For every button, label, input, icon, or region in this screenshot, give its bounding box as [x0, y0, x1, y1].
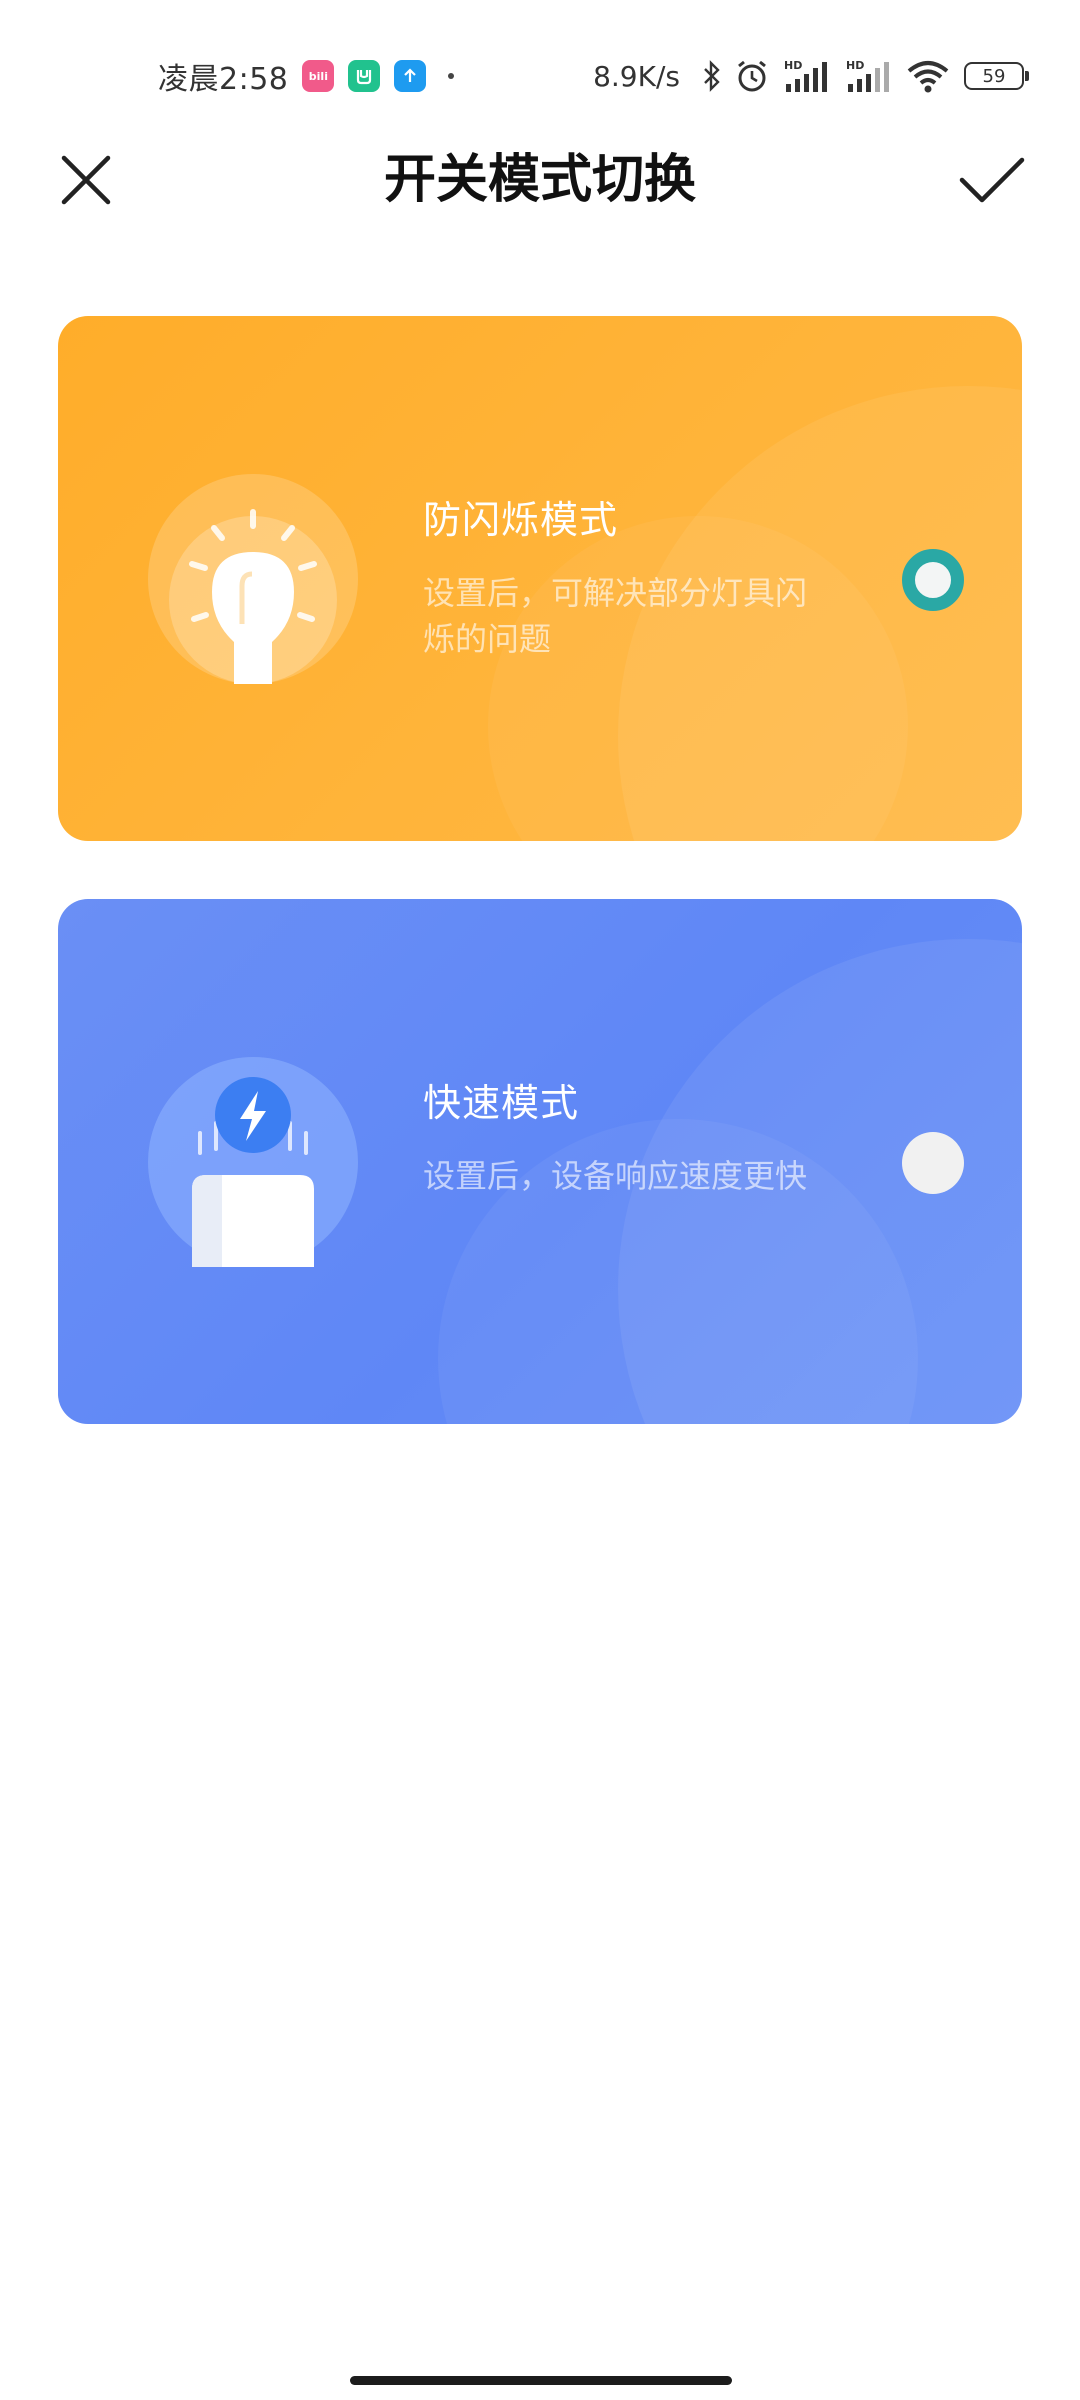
- mode-text: 防闪烁模式 设置后，可解决部分灯具闪烁的问题: [423, 494, 823, 662]
- home-indicator[interactable]: [350, 2376, 732, 2385]
- bilibili-icon: bili: [302, 60, 335, 92]
- lightning-icon: [148, 1057, 358, 1267]
- mi-home-icon: [348, 60, 381, 92]
- battery-icon: 59: [964, 62, 1029, 90]
- mode-title: 快速模式: [423, 1081, 580, 1125]
- bluetooth-icon: [702, 59, 722, 93]
- upload-icon: [394, 60, 427, 92]
- svg-text:HD: HD: [846, 59, 864, 72]
- light-bulb-icon: [148, 474, 358, 684]
- hd-signal-icon: HD: [782, 58, 832, 94]
- mode-title: 防闪烁模式: [423, 498, 619, 542]
- notification-dot-icon: [448, 73, 455, 79]
- title-bar: 开关模式切换: [0, 140, 1080, 220]
- alarm-icon: [734, 58, 770, 94]
- mode-text: 快速模式 设置后，设备响应速度更快: [423, 1077, 823, 1199]
- battery-level: 59: [982, 65, 1006, 87]
- mode-card-fast[interactable]: 快速模式 设置后，设备响应速度更快: [58, 899, 1022, 1424]
- anti-flicker-radio[interactable]: [902, 549, 964, 611]
- svg-text:HD: HD: [784, 59, 802, 72]
- fast-mode-radio[interactable]: [902, 1132, 964, 1194]
- wifi-icon: [906, 58, 950, 94]
- network-speed: 8.9K/s: [593, 59, 680, 93]
- hd-signal-icon: HD: [844, 58, 894, 94]
- mode-card-anti-flicker[interactable]: 防闪烁模式 设置后，可解决部分灯具闪烁的问题: [58, 316, 1022, 841]
- status-bar-right: 8.9K/s HD HD 59: [593, 54, 1029, 98]
- status-bar-left: 凌晨2:58 bili: [158, 54, 455, 98]
- confirm-button[interactable]: [956, 150, 1028, 210]
- status-bar: 凌晨2:58 bili 8.9K/s HD HD 59: [0, 0, 1080, 150]
- page-title: 开关模式切换: [383, 150, 696, 210]
- mode-description: 设置后，设备响应速度更快: [423, 1157, 808, 1195]
- status-time: 凌晨2:58: [158, 62, 289, 97]
- checkmark-icon: [959, 157, 1025, 203]
- mode-description: 设置后，可解决部分灯具闪烁的问题: [423, 574, 808, 658]
